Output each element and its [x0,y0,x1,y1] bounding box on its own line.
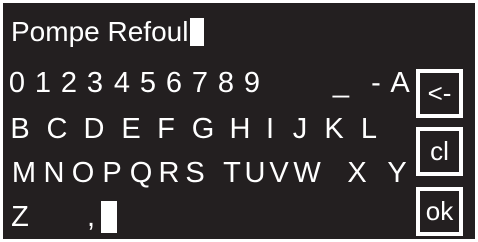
key-V[interactable]: V [269,155,288,191]
key-R[interactable]: R [159,155,180,191]
key-F[interactable]: F [157,111,175,147]
space-key-selected[interactable] [101,201,117,233]
key-7[interactable]: 7 [192,65,208,101]
key-P[interactable]: P [102,155,121,191]
backspace-button[interactable]: <- [416,69,463,118]
key-E[interactable]: E [121,111,140,147]
key-K[interactable]: K [324,111,343,147]
key-U[interactable]: U [245,155,266,191]
entry-text: Pompe Refoul [11,16,189,47]
key-hyphen[interactable]: - [371,65,381,101]
key-5[interactable]: 5 [140,65,156,101]
key-X[interactable]: X [347,155,366,191]
key-H[interactable]: H [230,111,251,147]
keyboard-screen: Pompe Refoul 0 1 2 3 4 5 6 7 8 9 _ - A B… [3,3,475,239]
key-T[interactable]: T [223,155,241,191]
key-G[interactable]: G [192,111,215,147]
key-comma[interactable]: , [87,199,95,235]
key-O[interactable]: O [72,155,95,191]
key-1[interactable]: 1 [35,65,51,101]
key-9[interactable]: 9 [244,65,260,101]
clear-button[interactable]: cl [416,127,463,176]
ok-button[interactable]: ok [416,187,463,236]
key-4[interactable]: 4 [114,65,130,101]
key-Y[interactable]: Y [387,155,406,191]
key-N[interactable]: N [44,155,65,191]
text-cursor [190,18,205,46]
key-J[interactable]: J [293,111,308,147]
key-I[interactable]: I [266,111,274,147]
key-A[interactable]: A [390,65,409,101]
key-8[interactable]: 8 [218,65,234,101]
key-L[interactable]: L [361,111,377,147]
key-0[interactable]: 0 [9,65,25,101]
key-D[interactable]: D [84,111,105,147]
key-C[interactable]: C [47,111,68,147]
text-entry-field[interactable]: Pompe Refoul [11,15,205,49]
key-W[interactable]: W [293,155,320,191]
key-6[interactable]: 6 [166,65,182,101]
key-S[interactable]: S [185,155,204,191]
key-B[interactable]: B [10,111,29,147]
key-3[interactable]: 3 [87,65,103,101]
key-Q[interactable]: Q [130,155,153,191]
key-underscore[interactable]: _ [333,65,349,101]
key-2[interactable]: 2 [61,65,77,101]
key-Z[interactable]: Z [11,199,29,235]
key-M[interactable]: M [12,155,36,191]
